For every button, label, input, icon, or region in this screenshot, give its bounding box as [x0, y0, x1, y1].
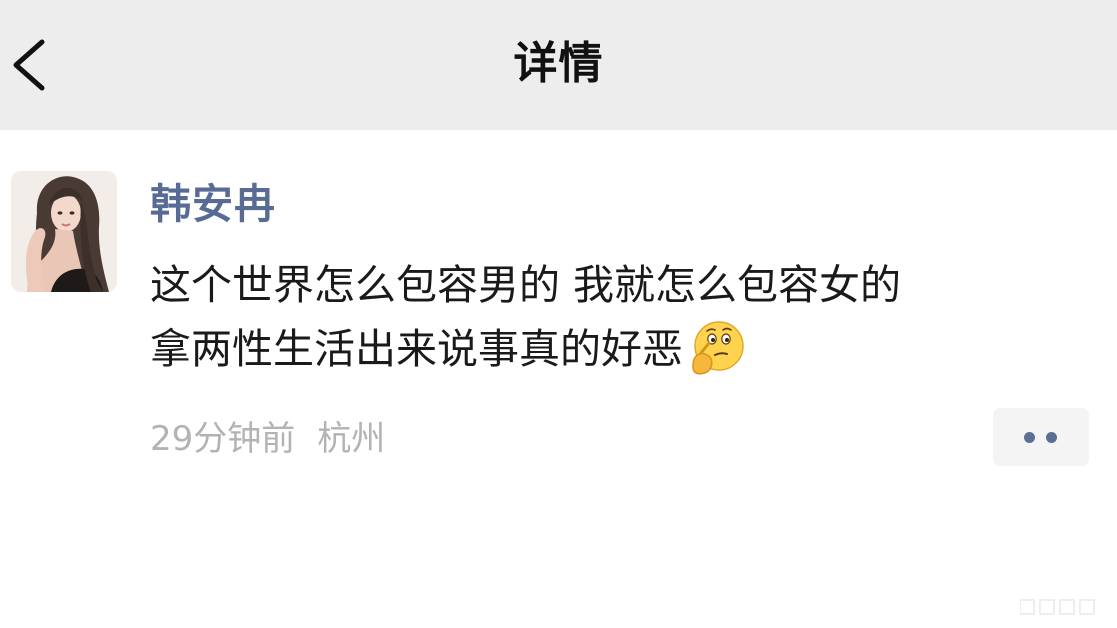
post-meta: 29分钟前 杭州 — [150, 414, 385, 464]
post-time: 29分钟前 — [150, 419, 296, 459]
top-nav-bar: 详情 — [0, 0, 1117, 130]
post-text-line: 这个世界怎么包容男的 我就怎么包容女的 — [150, 261, 902, 309]
more-dots-icon — [1046, 432, 1057, 443]
post-content: 这个世界怎么包容男的 我就怎么包容女的 拿两性生活出来说事真的好恶 — [150, 253, 1100, 381]
user-avatar-image — [11, 171, 117, 292]
avatar[interactable] — [11, 171, 117, 292]
more-options-button[interactable] — [993, 408, 1089, 466]
post-text-segment: 拿两性生活出来说事真的好恶 — [150, 325, 683, 373]
more-dots-icon — [1024, 432, 1035, 443]
post-text-line: 拿两性生活出来说事真的好恶 — [150, 317, 1100, 381]
post-location: 杭州 — [317, 419, 386, 459]
thinking-face-emoji-icon — [687, 317, 747, 377]
username[interactable]: 韩安冉 — [150, 176, 276, 232]
watermark-logo — [1020, 596, 1110, 618]
page-title: 详情 — [513, 38, 604, 89]
